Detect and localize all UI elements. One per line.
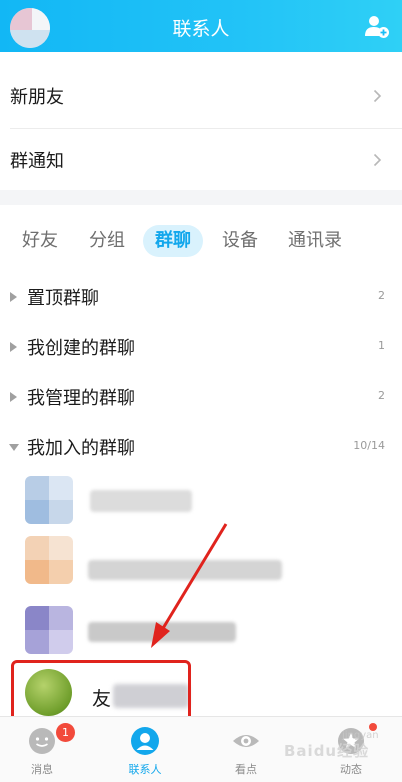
group-section-name: 置顶群聊 bbox=[27, 288, 99, 309]
eye-icon bbox=[233, 735, 259, 747]
star-icon bbox=[338, 728, 364, 754]
tab-devices[interactable]: 设备 bbox=[222, 225, 258, 257]
tab-groups-of-friends[interactable]: 分组 bbox=[89, 225, 125, 257]
nav-contacts[interactable]: 联系人 bbox=[105, 717, 185, 782]
chevron-right-icon bbox=[373, 153, 382, 167]
nav-label: 动态 bbox=[340, 763, 362, 776]
group-section-pinned[interactable]: 置顶群聊 2 bbox=[0, 278, 402, 318]
group-section-count: 1 bbox=[378, 339, 385, 352]
group-avatar bbox=[25, 536, 73, 584]
top-list: 新朋友 群通知 bbox=[0, 52, 402, 190]
group-section-count: 2 bbox=[378, 389, 385, 402]
list-item[interactable] bbox=[0, 532, 402, 592]
group-section-count: 10/14 bbox=[353, 439, 385, 452]
expand-right-icon bbox=[10, 342, 17, 352]
list-item[interactable] bbox=[0, 472, 402, 532]
group-section-created[interactable]: 我创建的群聊 1 bbox=[0, 328, 402, 368]
expand-right-icon bbox=[10, 292, 17, 302]
nav-label: 联系人 bbox=[128, 763, 162, 776]
new-indicator bbox=[369, 723, 377, 731]
group-section-joined[interactable]: 我加入的群聊 10/14 bbox=[0, 428, 402, 468]
group-notice-row[interactable]: 群通知 bbox=[0, 128, 402, 192]
expand-down-icon bbox=[9, 444, 19, 451]
group-avatar bbox=[25, 476, 73, 524]
tab-address-book[interactable]: 通讯录 bbox=[288, 225, 342, 257]
app-header: 联系人 bbox=[0, 0, 402, 52]
nav-label: 看点 bbox=[235, 763, 257, 776]
unread-badge: 1 bbox=[56, 723, 75, 742]
chat-name bbox=[88, 560, 282, 580]
chevron-right-icon bbox=[373, 89, 382, 103]
nav-discover[interactable]: 看点 bbox=[206, 717, 286, 782]
list-item[interactable] bbox=[0, 602, 402, 662]
group-section-name: 我加入的群聊 bbox=[27, 438, 135, 459]
add-friend-icon[interactable] bbox=[364, 13, 390, 39]
new-friends-label: 新朋友 bbox=[10, 87, 64, 108]
nav-messages[interactable]: 1 消息 bbox=[2, 717, 82, 782]
group-section-name: 我管理的群聊 bbox=[27, 388, 135, 409]
message-icon bbox=[29, 728, 55, 754]
new-friends-row[interactable]: 新朋友 bbox=[0, 64, 402, 129]
expand-right-icon bbox=[10, 392, 17, 402]
group-section-name: 我创建的群聊 bbox=[27, 338, 135, 359]
group-notice-label: 群通知 bbox=[10, 151, 64, 172]
group-section-count: 2 bbox=[378, 289, 385, 302]
page-title: 联系人 bbox=[172, 18, 230, 40]
group-section-managed[interactable]: 我管理的群聊 2 bbox=[0, 378, 402, 418]
nav-label: 消息 bbox=[31, 763, 53, 776]
contacts-icon bbox=[131, 727, 159, 755]
tab-group-chats[interactable]: 群聊 bbox=[143, 225, 203, 257]
group-avatar bbox=[25, 606, 73, 654]
bottom-nav: 1 消息 联系人 看点 动态 bbox=[0, 716, 402, 782]
chat-name bbox=[90, 490, 192, 512]
tab-friends[interactable]: 好友 bbox=[22, 225, 58, 257]
nav-moments[interactable]: 动态 bbox=[311, 717, 391, 782]
chat-name bbox=[88, 622, 236, 642]
